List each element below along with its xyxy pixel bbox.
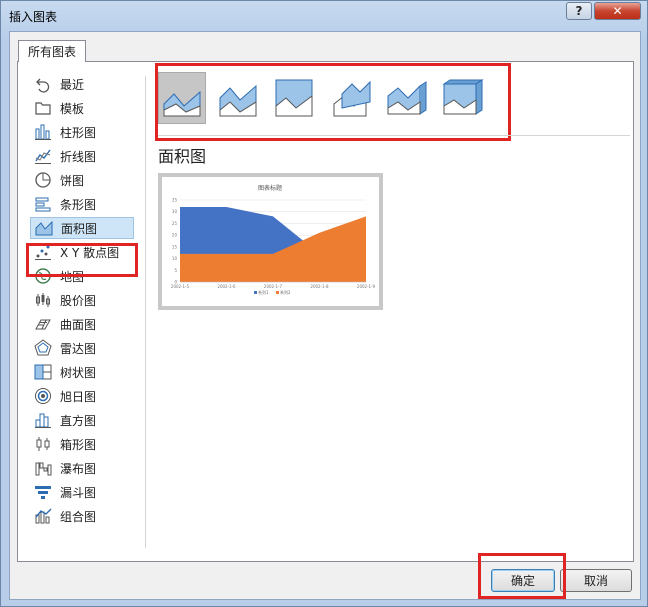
histogram-chart-icon: [34, 411, 52, 429]
chart-panel: 最近 模板 柱形图 折线图 饼图 条形图 面积图 X Y 散点图 地图 股价图 曲面图 雷达图 树状图旭…: [17, 61, 634, 562]
legend-label: 系列2: [280, 289, 291, 295]
recent-icon: [34, 75, 52, 93]
sidebar-item[interactable]: 柱形图: [30, 121, 136, 143]
pie-chart-icon: [34, 171, 52, 189]
sidebar-item-label: 最近: [60, 77, 85, 92]
sidebar-divider: [145, 76, 146, 548]
folder-icon: [34, 99, 52, 117]
sidebar-item[interactable]: 漏斗图: [30, 481, 136, 503]
sidebar-item-label: 面积图: [61, 221, 98, 236]
column-chart-icon: [34, 123, 52, 141]
legend-swatch: [254, 291, 257, 294]
sidebar-item-label: 直方图: [60, 413, 97, 428]
sidebar-item[interactable]: 模板: [30, 97, 136, 119]
y-tick-label: 30: [172, 209, 178, 214]
chart-category-list: 最近 模板 柱形图 折线图 饼图 条形图 面积图 X Y 散点图 地图 股价图 曲面图 雷达图 树状图旭…: [18, 62, 146, 561]
sidebar-item-label: 股价图: [60, 293, 97, 308]
sidebar-item[interactable]: 组合图: [30, 505, 136, 527]
sidebar-item-label: 模板: [60, 101, 85, 116]
help-button[interactable]: ?: [566, 2, 592, 20]
sunburst-chart-icon: [34, 387, 52, 405]
x-tick-label: 2002-1-7: [264, 284, 283, 289]
sidebar-item[interactable]: 树状图: [30, 361, 136, 383]
sidebar-item-label: 旭日图: [60, 389, 97, 404]
radar-chart-icon: [34, 339, 52, 357]
chart-preview[interactable]: 图表标题 0 5 10 15 20 25 30 35 2002-1-5 2002-1-6 2002-1…: [158, 173, 383, 310]
funnel-chart-icon: [34, 483, 52, 501]
sidebar-item-label: 组合图: [60, 509, 97, 524]
sidebar-item-label: 瀑布图: [60, 461, 97, 476]
x-tick-label: 2002-1-8: [310, 284, 329, 289]
preview-title: 图表标题: [258, 184, 282, 192]
line-chart-icon: [34, 147, 52, 165]
sidebar-item-label: 树状图: [60, 365, 97, 380]
sidebar-item-label: 柱形图: [60, 125, 97, 140]
area-chart-icon: [35, 219, 53, 237]
y-tick-label: 15: [172, 244, 178, 249]
tab-all-charts[interactable]: 所有图表: [18, 40, 86, 62]
sidebar-item[interactable]: 股价图: [30, 289, 136, 311]
combo-chart-icon: [34, 507, 52, 525]
surface-chart-icon: [34, 315, 52, 333]
legend-label: 系列1: [258, 289, 269, 295]
preview-chart-svg: 图表标题051015202530352002-1-5 2002-1-6 2002-1…: [171, 184, 376, 295]
sidebar-item-label: 曲面图: [60, 317, 97, 332]
legend-swatch: [276, 291, 279, 294]
stock-chart-icon: [34, 291, 52, 309]
box-whisker-chart-icon: [34, 435, 52, 453]
y-tick-label: 5: [174, 268, 177, 273]
title-bar: 插入图表 ? ✕: [1, 1, 647, 31]
x-tick-label: 2002-1-6: [217, 284, 236, 289]
sidebar-item-label: 饼图: [60, 173, 85, 188]
y-tick-label: 20: [172, 233, 178, 238]
sidebar-item[interactable]: 最近: [30, 73, 136, 95]
ok-highlight-box: [478, 553, 566, 599]
sidebar-item-label: 条形图: [60, 197, 97, 212]
cancel-button[interactable]: 取消: [560, 569, 632, 592]
x-tick-label: 2002-1-9: [357, 284, 376, 289]
sidebar-item-label: 雷达图: [60, 341, 97, 356]
x-tick-label: 2002-1-5: [171, 284, 190, 289]
bar-chart-icon: [34, 195, 52, 213]
dialog-client: 所有图表 最近 模板 柱形图 折线图 饼图 条形图 面积图 X Y 散点图 地图 股价图 曲面图 雷达…: [9, 31, 641, 600]
close-button[interactable]: ✕: [594, 2, 641, 20]
sidebar-item[interactable]: 饼图: [30, 169, 136, 191]
sidebar-item-label: 箱形图: [60, 437, 97, 452]
sidebar-item[interactable]: 箱形图: [30, 433, 136, 455]
sidebar-item[interactable]: 条形图: [30, 193, 136, 215]
category-highlight-box: [26, 243, 138, 277]
sidebar-item[interactable]: 直方图: [30, 409, 136, 431]
subtype-highlight-box: [155, 63, 511, 141]
dialog-title: 插入图表: [9, 10, 58, 24]
y-tick-label: 25: [172, 221, 178, 226]
sidebar-item[interactable]: 折线图: [30, 145, 136, 167]
sidebar-item-label: 漏斗图: [60, 485, 97, 500]
insert-chart-dialog: 插入图表 ? ✕ 所有图表 最近 模板 柱形图 折线图 饼图 条形图 面积图 X Y 散点图地…: [0, 0, 648, 607]
sidebar-item-label: 折线图: [60, 149, 97, 164]
sidebar-item[interactable]: 旭日图: [30, 385, 136, 407]
treemap-chart-icon: [34, 363, 52, 381]
sidebar-item[interactable]: 面积图: [30, 217, 134, 239]
y-tick-label: 10: [172, 256, 178, 261]
sidebar-item[interactable]: 曲面图: [30, 313, 136, 335]
waterfall-chart-icon: [34, 459, 52, 477]
section-divider: [158, 135, 630, 136]
chart-type-heading: 面积图: [158, 147, 207, 166]
sidebar-item[interactable]: 雷达图: [30, 337, 136, 359]
y-tick-label: 35: [172, 198, 178, 203]
sidebar-item[interactable]: 瀑布图: [30, 457, 136, 479]
